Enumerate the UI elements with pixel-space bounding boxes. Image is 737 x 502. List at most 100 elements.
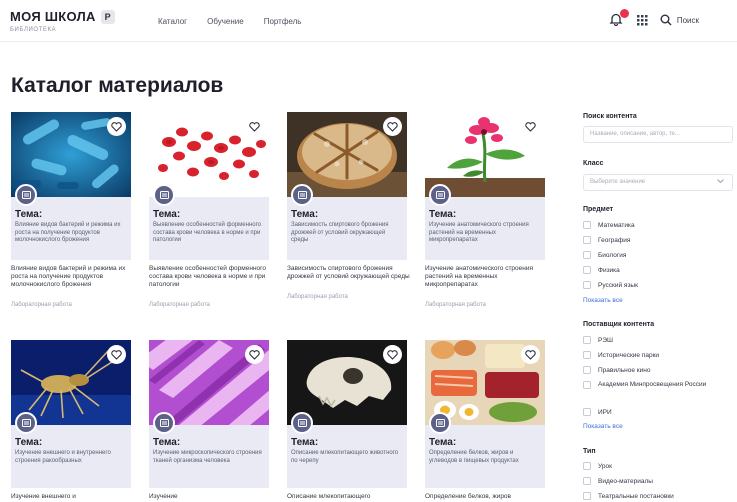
document-icon xyxy=(435,191,445,199)
card-topic-text: Изучение внешнего и внутреннего строения… xyxy=(15,450,111,464)
heart-icon xyxy=(111,121,122,132)
card-panel: Тема: Зависимость спиртового брожения др… xyxy=(287,184,407,260)
checkbox[interactable] xyxy=(583,251,591,259)
card-title[interactable]: Определение белков, жиров xyxy=(425,493,550,501)
filter-provider-option[interactable]: Исторические парки xyxy=(583,350,659,360)
favorite-button[interactable] xyxy=(383,345,402,364)
heart-icon xyxy=(111,349,122,360)
heart-icon xyxy=(387,121,398,132)
card-topic-label: Тема: xyxy=(291,209,319,220)
filter-subject-option[interactable]: Математика xyxy=(583,220,635,230)
filter-subject-option[interactable]: Физика xyxy=(583,265,620,275)
nav-portfolio[interactable]: Портфель xyxy=(264,17,302,26)
material-type-badge xyxy=(291,412,313,434)
filter-subject-label: Предмет xyxy=(583,206,614,213)
favorite-button[interactable] xyxy=(245,345,264,364)
favorite-button[interactable] xyxy=(521,117,540,136)
notifications-button[interactable] xyxy=(609,9,629,28)
grid-icon[interactable] xyxy=(636,14,648,26)
card-title[interactable]: Изучение внешнего и xyxy=(11,493,136,501)
filter-class-label: Класс xyxy=(583,160,604,167)
content-search-input[interactable]: Название, описание, автор, те... xyxy=(583,126,733,143)
card-title[interactable]: Изучение анатомического строения растени… xyxy=(425,265,550,290)
top-header: МОЯ ШКОЛА Р БИБЛИОТЕКА Каталог Обучение … xyxy=(0,0,737,42)
card-topic-text: Влияние видов бактерий и режима их роста… xyxy=(15,222,121,243)
card-panel: Тема: Изучение микроскопического строени… xyxy=(149,412,269,488)
filter-option-label: Биология xyxy=(598,251,627,259)
logo[interactable]: МОЯ ШКОЛА Р БИБЛИОТЕКА xyxy=(10,9,115,33)
notification-badge xyxy=(619,9,629,18)
favorite-button[interactable] xyxy=(245,117,264,136)
card-title[interactable]: Изучение xyxy=(149,493,274,501)
card-topic-label: Тема: xyxy=(429,437,457,448)
filter-search-label: Поиск контента xyxy=(583,113,637,120)
filter-subject-option[interactable]: География xyxy=(583,235,630,245)
nav-catalog[interactable]: Каталог xyxy=(158,17,187,26)
card-topic-text: Описание млекопитающего животного по чер… xyxy=(291,450,399,464)
card-panel: Тема: Выявление особенностей форменного … xyxy=(149,184,269,260)
card-topic-label: Тема: xyxy=(429,209,457,220)
filter-option-label: ИРИ xyxy=(598,408,612,416)
class-select[interactable]: Выберите значение xyxy=(583,174,733,191)
card-title[interactable]: Влияние видов бактерий и режима их роста… xyxy=(11,265,136,290)
logo-badge: Р xyxy=(100,9,115,24)
checkbox[interactable] xyxy=(583,336,591,344)
checkbox[interactable] xyxy=(583,477,591,485)
heart-icon xyxy=(525,121,536,132)
document-icon xyxy=(297,419,307,427)
filter-provider-option[interactable]: ИРИ xyxy=(583,407,612,417)
checkbox[interactable] xyxy=(583,408,591,416)
filter-subject-option[interactable]: Русский язык xyxy=(583,280,638,290)
filter-provider-option[interactable]: Академия Минпросвещения России xyxy=(583,380,723,400)
document-icon xyxy=(297,191,307,199)
nav-learning[interactable]: Обучение xyxy=(207,17,244,26)
card-panel: Тема: Изучение внешнего и внутреннего ст… xyxy=(11,412,131,488)
filter-option-label: Физика xyxy=(598,266,620,274)
favorite-button[interactable] xyxy=(107,345,126,364)
checkbox[interactable] xyxy=(583,281,591,289)
material-type-badge xyxy=(429,184,451,206)
card-title[interactable]: Зависимость спиртового брожения дрожжей … xyxy=(287,265,412,281)
filter-provider-option[interactable]: Правильное кино xyxy=(583,365,650,375)
material-type-badge xyxy=(15,412,37,434)
card-topic-label: Тема: xyxy=(15,209,43,220)
search-icon xyxy=(660,14,672,26)
filter-option-label: Математика xyxy=(598,221,635,229)
checkbox[interactable] xyxy=(583,221,591,229)
filter-subject-option[interactable]: Биология xyxy=(583,250,626,260)
card-title[interactable]: Выявление особенностей форменного состав… xyxy=(149,265,274,290)
favorite-button[interactable] xyxy=(107,117,126,136)
checkbox[interactable] xyxy=(583,381,591,389)
checkbox[interactable] xyxy=(583,236,591,244)
filter-type-option[interactable]: Театральные постановки xyxy=(583,491,674,501)
heart-icon xyxy=(249,121,260,132)
checkbox[interactable] xyxy=(583,266,591,274)
heart-icon xyxy=(525,349,536,360)
provider-show-all-link[interactable]: Показать все xyxy=(583,423,623,430)
checkbox[interactable] xyxy=(583,351,591,359)
card-type: Лабораторная работа xyxy=(287,294,348,300)
logo-title: МОЯ ШКОЛА xyxy=(10,9,96,24)
subject-show-all-link[interactable]: Показать все xyxy=(583,297,623,304)
header-search-button[interactable]: Поиск xyxy=(660,14,699,26)
filter-type-option[interactable]: Урок xyxy=(583,461,612,471)
favorite-button[interactable] xyxy=(521,345,540,364)
header-actions: Поиск xyxy=(609,9,699,28)
card-title[interactable]: Описание млекопитающего xyxy=(287,493,412,501)
card-topic-text: Определение белков, жиров и углеводов в … xyxy=(429,450,519,464)
card-topic-text: Изучение анатомического строения растени… xyxy=(429,222,529,243)
card-topic-label: Тема: xyxy=(153,437,181,448)
card-type: Лабораторная работа xyxy=(425,302,486,308)
document-icon xyxy=(159,419,169,427)
card-panel: Тема: Описание млекопитающего животного … xyxy=(287,412,407,488)
document-icon xyxy=(159,191,169,199)
checkbox[interactable] xyxy=(583,462,591,470)
checkbox[interactable] xyxy=(583,492,591,500)
card-topic-label: Тема: xyxy=(153,209,181,220)
card-type: Лабораторная работа xyxy=(149,302,210,308)
favorite-button[interactable] xyxy=(383,117,402,136)
checkbox[interactable] xyxy=(583,366,591,374)
filter-provider-option[interactable]: РЭШ xyxy=(583,335,613,345)
card-panel: Тема: Влияние видов бактерий и режима их… xyxy=(11,184,131,260)
filter-type-option[interactable]: Видео-материалы xyxy=(583,476,653,486)
